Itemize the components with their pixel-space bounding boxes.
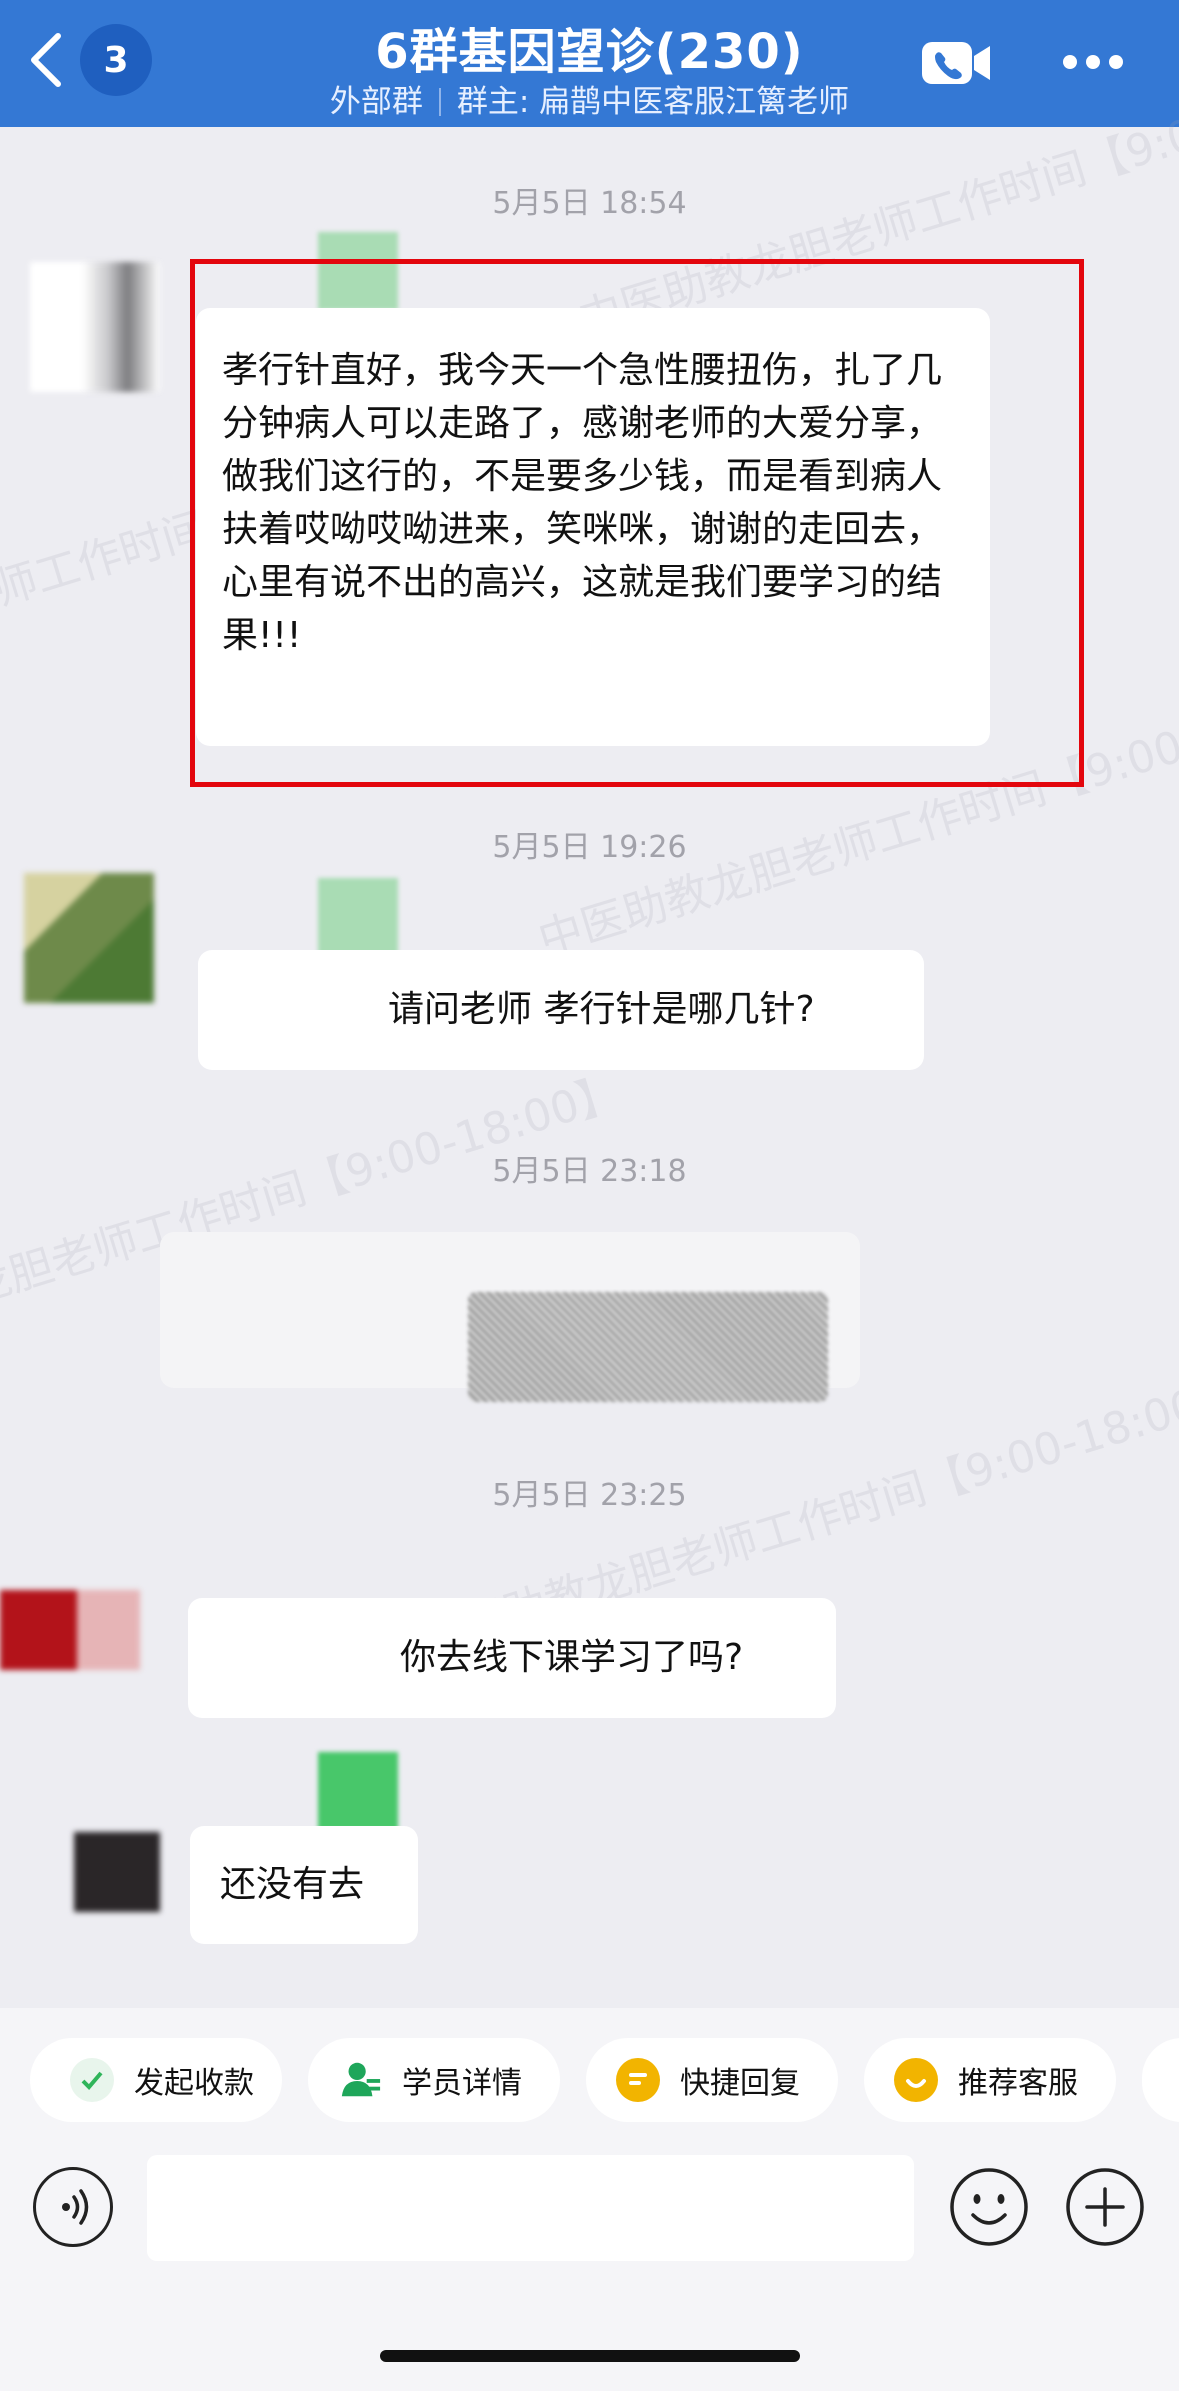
message-bubble[interactable]: 孝行针直好，我今天一个急性腰扭伤，扎了几分钟病人可以走路了，感谢老师的大爱分享，…: [196, 308, 990, 746]
group-owner-label: 群主: 扁鹊中医客服江篱老师: [456, 84, 850, 120]
group-type-label: 外部群: [329, 84, 423, 120]
emoji-icon[interactable]: [949, 2167, 1029, 2247]
quick-action-payment[interactable]: 发起收款: [30, 2038, 282, 2122]
avatar[interactable]: [74, 1832, 160, 1912]
quick-action-label: 推荐客服: [958, 2066, 1078, 2101]
plus-icon[interactable]: [1065, 2167, 1145, 2247]
quick-action-student-details[interactable]: 学员详情: [308, 2038, 560, 2122]
redaction-scribble: [468, 1292, 828, 1402]
quick-action-label: 学员详情: [402, 2066, 522, 2101]
timestamp: 5月5日 19:26: [492, 830, 687, 865]
payment-icon: [70, 2058, 114, 2102]
quick-action-label: 快捷回复: [680, 2066, 800, 2101]
sender-name-redacted: [318, 1752, 398, 1830]
avatar[interactable]: [0, 1590, 140, 1670]
video-call-icon[interactable]: [920, 38, 992, 88]
message-input[interactable]: [147, 2155, 914, 2261]
quick-action-label: 发起收款: [134, 2066, 254, 2101]
avatar[interactable]: [24, 873, 154, 1003]
quick-action-recommend-service[interactable]: 推荐客服: [864, 2038, 1116, 2122]
message-text: 请问老师 孝行针是哪几针?: [388, 989, 815, 1030]
message-text: 还没有去: [220, 1864, 365, 1905]
sender-name-redacted: [318, 878, 398, 956]
message-bubble[interactable]: 请问老师 孝行针是哪几针?: [198, 950, 924, 1070]
quick-reply-icon: [616, 2058, 660, 2102]
avatar[interactable]: [30, 262, 160, 392]
student-icon: [338, 2058, 382, 2102]
voice-icon: [62, 2189, 89, 2225]
divider: [438, 88, 441, 116]
message-text: 孝行针直好，我今天一个急性腰扭伤，扎了几分钟病人可以走路了，感谢老师的大爱分享，…: [222, 350, 943, 656]
timestamp: 5月5日 23:25: [492, 1478, 687, 1513]
home-indicator: [380, 2350, 800, 2362]
group-title: 6群基因望诊(230): [375, 24, 804, 80]
timestamp: 5月5日 23:18: [492, 1154, 687, 1189]
voice-input-button[interactable]: [33, 2167, 113, 2247]
message-bubble[interactable]: 你去线下课学习了吗?: [188, 1598, 836, 1718]
timestamp: 5月5日 18:54: [492, 186, 687, 221]
more-options-icon[interactable]: [1062, 52, 1124, 72]
quick-action-quick-reply[interactable]: 快捷回复: [586, 2038, 838, 2122]
recommend-service-icon: [894, 2058, 938, 2102]
message-bubble[interactable]: 还没有去: [190, 1826, 418, 1944]
chat-header: 3 6群基因望诊(230) 外部群 群主: 扁鹊中医客服江篱老师: [0, 0, 1179, 127]
group-subtitle: 外部群 群主: 扁鹊中医客服江篱老师: [0, 76, 1179, 121]
message-text: 你去线下课学习了吗?: [400, 1637, 744, 1678]
